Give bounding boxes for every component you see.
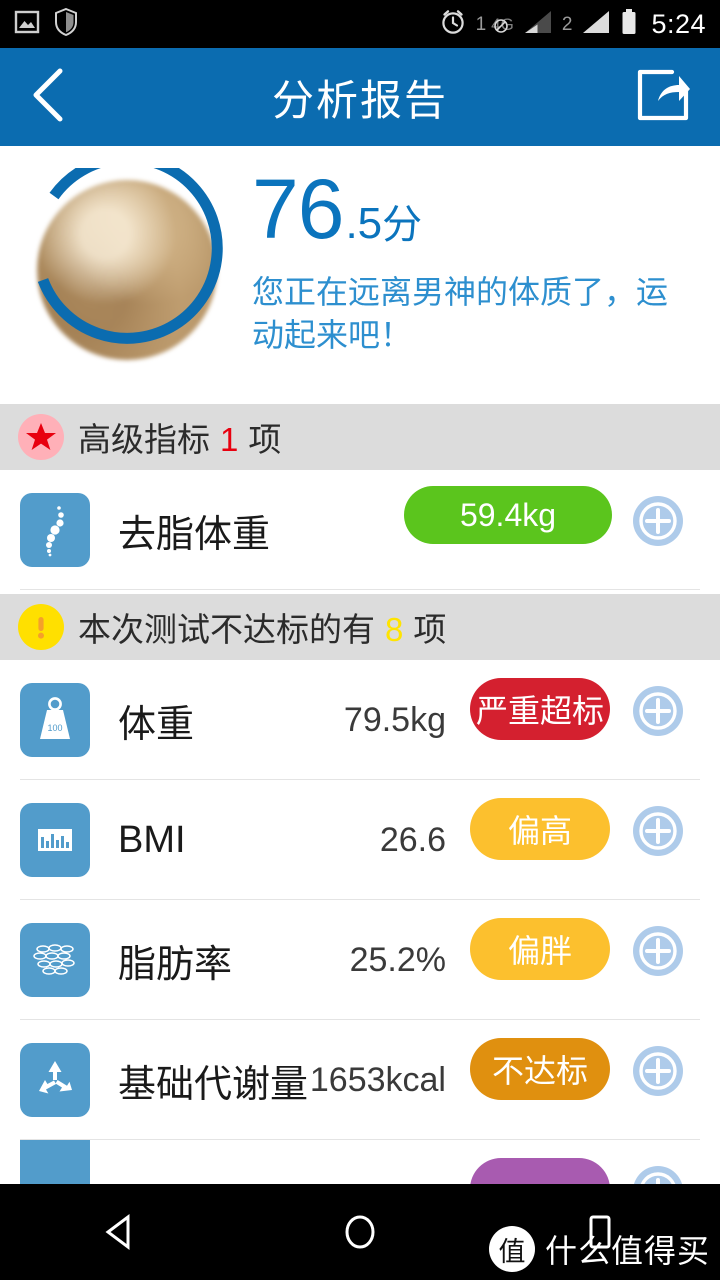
plus-circle-icon[interactable]	[632, 1165, 684, 1184]
signal-bars-sim1-icon	[523, 9, 553, 40]
status-badge: 偏胖	[470, 918, 610, 980]
score-message: 您正在远离男神的体质了，运动起来吧！	[252, 274, 669, 354]
network-type-label: 4G	[491, 16, 514, 33]
section-text-before: 高级指标	[78, 421, 210, 458]
status-badge: 严重超标	[470, 678, 610, 740]
fat-tissue-icon	[20, 923, 90, 997]
section-text-after: 项	[413, 611, 447, 648]
plus-circle-icon[interactable]	[632, 925, 684, 977]
table-row[interactable]	[0, 1140, 720, 1184]
table-row[interactable]: 去脂体重 59.4kg	[0, 470, 720, 590]
app-screen: 1 4G 2 5:24 分析报告	[0, 0, 720, 1280]
exclamation-icon	[18, 604, 64, 650]
row-value: 79.5kg	[343, 700, 446, 739]
signal-bars-sim2-icon	[581, 9, 611, 40]
status-bar-left-icons	[14, 7, 78, 41]
plus-circle-icon[interactable]	[632, 495, 684, 547]
plus-circle-icon[interactable]	[632, 1045, 684, 1097]
score-integer: 76	[252, 162, 344, 256]
recycle-icon	[20, 1043, 90, 1117]
score-value: 76 .5 分	[252, 162, 423, 256]
status-badge: 偏高	[470, 798, 610, 860]
page-title: 分析报告	[271, 76, 448, 124]
plus-circle-icon[interactable]	[632, 685, 684, 737]
back-button[interactable]	[26, 64, 82, 130]
row-divider	[20, 589, 700, 590]
status-badge: 59.4kg	[404, 486, 612, 544]
avatar-progress-ring	[37, 168, 223, 344]
nav-back-triangle-icon[interactable]	[72, 1184, 168, 1280]
row-value: 1653kcal	[309, 1060, 446, 1099]
app-header: 分析报告	[0, 48, 720, 146]
watermark-logo-icon: 值	[488, 1226, 535, 1272]
spine-dots-icon	[20, 493, 90, 567]
nav-home-circle-icon[interactable]	[312, 1184, 408, 1280]
table-row[interactable]: BMI 26.6 偏高	[0, 780, 720, 900]
partial-icon	[20, 1140, 90, 1184]
share-icon	[634, 67, 692, 128]
section-text-before: 本次测试不达标的有	[78, 611, 375, 648]
score-unit: 分	[382, 203, 423, 247]
bar-chart-icon	[20, 803, 90, 877]
status-badge	[470, 1158, 610, 1184]
section-count: 8	[385, 611, 404, 648]
watermark-text: 什么值得买	[544, 1233, 710, 1269]
row-label: 脂肪率	[118, 943, 233, 986]
row-label: 去脂体重	[118, 513, 271, 556]
battery-full-icon	[620, 8, 638, 41]
row-label: 体重	[118, 703, 195, 746]
chevron-left-icon	[26, 65, 70, 130]
section-header-advanced: 高级指标 1 项	[0, 404, 720, 470]
status-badge: 不达标	[470, 1038, 610, 1100]
clock-time: 5:24	[651, 8, 706, 39]
avatar[interactable]	[24, 168, 230, 374]
row-label: BMI	[118, 818, 186, 861]
watermark: 值 什么值得买	[488, 1226, 710, 1272]
svg-text:100: 100	[47, 723, 62, 733]
plus-circle-icon[interactable]	[632, 805, 684, 857]
sim2-label: 2	[561, 13, 573, 35]
score-decimal: .5	[345, 199, 383, 248]
section-label-advanced: 高级指标 1 项	[78, 413, 281, 461]
status-bar: 1 4G 2 5:24	[0, 0, 720, 48]
section-label-failed: 本次测试不达标的有 8 项	[78, 603, 446, 651]
table-row[interactable]: 脂肪率 25.2% 偏胖	[0, 900, 720, 1020]
table-row[interactable]: 基础代谢量 1653kcal 不达标	[0, 1020, 720, 1140]
share-button[interactable]	[632, 66, 694, 128]
row-value: 25.2%	[349, 940, 446, 979]
weight-scale-icon: 100	[20, 683, 90, 757]
android-nav-bar: 值 什么值得买	[0, 1184, 720, 1280]
image-icon	[14, 9, 40, 40]
score-summary: 76 .5 分 您正在远离男神的体质了，运动起来吧！	[0, 146, 720, 404]
alarm-clock-icon	[439, 8, 467, 41]
section-header-failed: 本次测试不达标的有 8 项	[0, 594, 720, 660]
row-value: 26.6	[379, 820, 446, 859]
shield-icon	[54, 7, 78, 41]
star-icon	[18, 414, 64, 460]
sim1-label: 1	[475, 13, 487, 35]
table-row[interactable]: 100 体重 79.5kg 严重超标	[0, 660, 720, 780]
section-count: 1	[220, 421, 239, 458]
status-bar-right-icons: 1 4G 2 5:24	[439, 8, 706, 41]
section-text-after: 项	[248, 421, 282, 458]
